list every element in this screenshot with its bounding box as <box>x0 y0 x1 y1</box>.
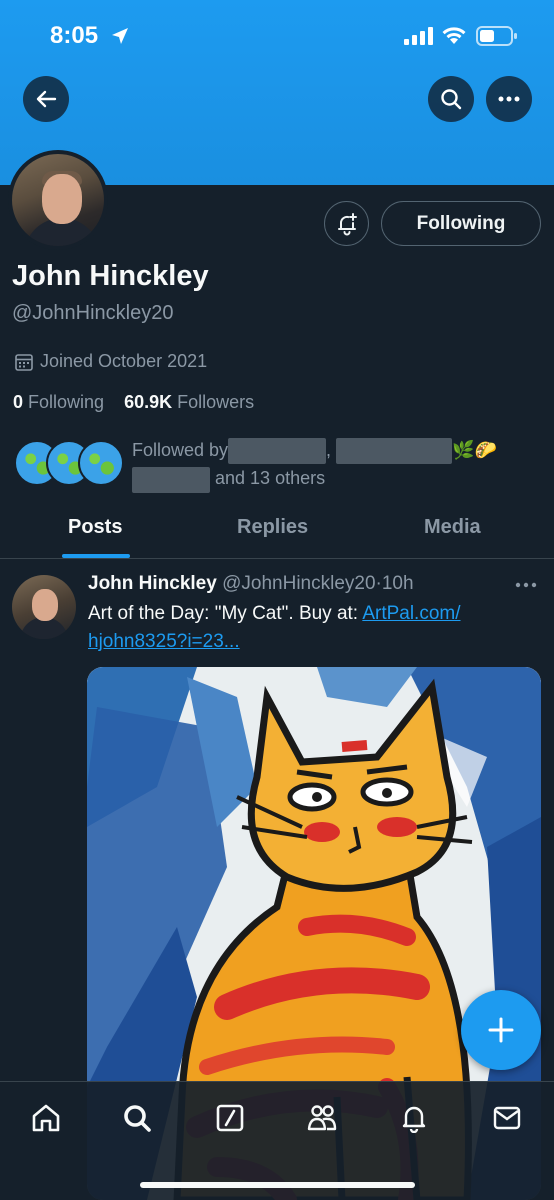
post-more-button[interactable] <box>515 575 537 593</box>
post-link[interactable]: ArtPal.com/ <box>362 603 460 624</box>
bell-plus-icon <box>337 212 357 235</box>
post-header: John Hinckley @JohnHinckley20·10h <box>88 573 414 594</box>
post-author-handle[interactable]: @JohnHinckley20 <box>222 573 375 594</box>
battery-icon <box>476 26 517 46</box>
follow-counts: 0 Following 60.9K Followers <box>13 392 254 413</box>
followed-by-avatars[interactable] <box>14 440 134 490</box>
profile-handle: @JohnHinckley20 <box>12 302 174 324</box>
profile-avatar[interactable] <box>8 150 108 250</box>
followed-by-text[interactable]: Followed by, 🌿🌮 and 13 others <box>132 436 542 493</box>
following-button[interactable]: Following <box>381 201 541 246</box>
more-options-button[interactable] <box>486 76 532 122</box>
search-icon <box>441 89 462 110</box>
nav-messages[interactable] <box>491 1102 523 1134</box>
people-icon <box>307 1105 337 1131</box>
followers-count: 60.9K <box>124 392 173 412</box>
joined-date: Joined October 2021 <box>14 351 207 372</box>
search-icon <box>124 1105 151 1132</box>
notification-subscribe-button[interactable] <box>324 201 369 246</box>
plus-icon <box>488 1017 514 1043</box>
arrow-left-icon <box>36 90 57 108</box>
calendar-icon <box>15 353 33 371</box>
nav-grok[interactable] <box>214 1102 246 1134</box>
followed-by-emoji: 🌿🌮 <box>452 440 497 460</box>
nav-communities[interactable] <box>306 1102 338 1134</box>
compose-post-button[interactable] <box>461 990 541 1070</box>
wifi-icon <box>442 27 466 44</box>
post-text: Art of the Day: "My Cat". Buy at: ArtPal… <box>88 603 461 652</box>
following-link[interactable]: 0 Following <box>13 392 104 412</box>
tab-replies[interactable]: Replies <box>237 516 308 539</box>
location-arrow-icon <box>112 28 128 44</box>
home-icon <box>32 1104 60 1132</box>
redacted-name <box>336 438 453 465</box>
post-time[interactable]: 10h <box>382 573 414 594</box>
nav-search[interactable] <box>121 1102 153 1134</box>
joined-text: Joined October 2021 <box>40 351 208 371</box>
more-horizontal-icon <box>498 96 520 102</box>
follower-avatar <box>78 440 124 486</box>
redacted-name <box>228 438 327 465</box>
following-count: 0 <box>13 392 24 412</box>
tab-posts[interactable]: Posts <box>68 516 122 539</box>
back-button[interactable] <box>23 76 69 122</box>
status-time: 8:05 <box>50 22 99 49</box>
post-link[interactable]: hjohn8325?i=23... <box>88 631 240 652</box>
followers-link[interactable]: 60.9K Followers <box>124 392 254 412</box>
post-author-avatar[interactable] <box>12 575 76 639</box>
bell-icon <box>402 1106 426 1133</box>
post-author-name[interactable]: John Hinckley <box>88 573 217 594</box>
active-tab-indicator <box>62 554 130 558</box>
nav-home[interactable] <box>30 1102 62 1134</box>
mail-icon <box>493 1106 521 1130</box>
profile-tabs: Posts Replies Media <box>0 500 554 559</box>
redacted-name <box>132 466 210 493</box>
profile-name: John Hinckley <box>12 260 209 292</box>
nav-notifications[interactable] <box>398 1102 430 1134</box>
more-horizontal-icon <box>515 582 537 588</box>
search-button[interactable] <box>428 76 474 122</box>
status-bar: 8:05 <box>0 0 554 72</box>
cellular-signal-icon <box>404 27 433 45</box>
slash-box-icon <box>216 1104 244 1132</box>
tab-media[interactable]: Media <box>424 516 481 539</box>
home-indicator <box>140 1182 415 1188</box>
